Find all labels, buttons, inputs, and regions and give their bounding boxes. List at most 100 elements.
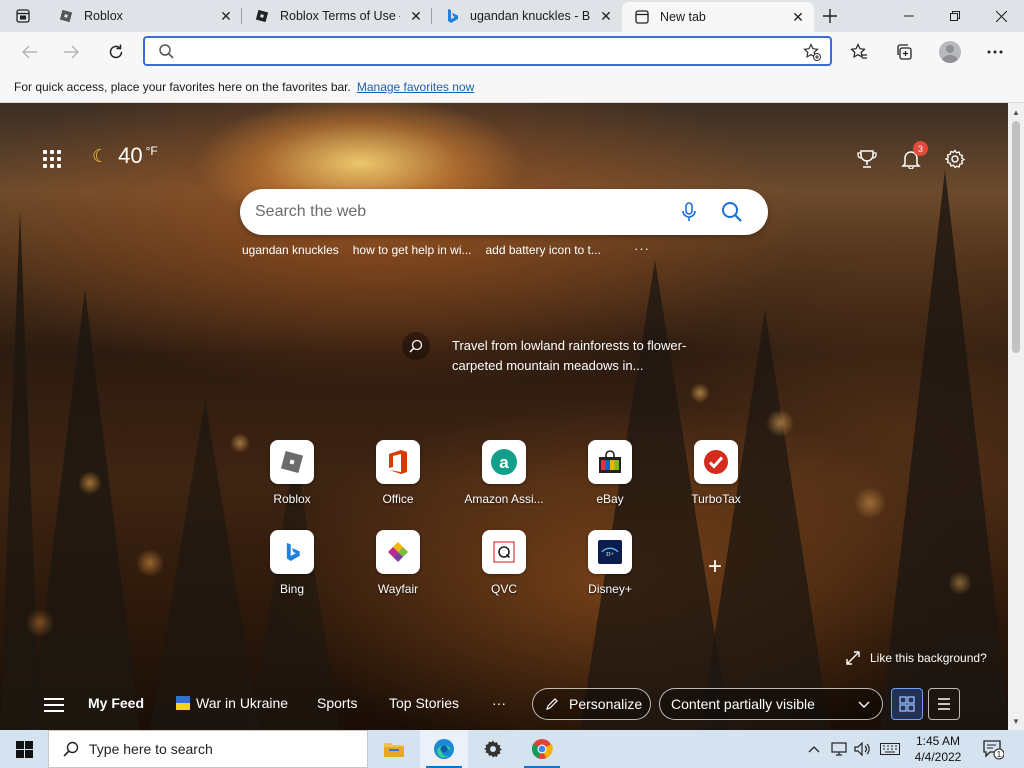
web-search-input[interactable] [255, 202, 655, 222]
settings-and-more-button[interactable] [979, 36, 1011, 68]
taskbar-search-box[interactable]: Type here to search [48, 730, 368, 768]
content-visibility-dropdown[interactable]: Content partially visible [659, 688, 883, 720]
quick-link-bing[interactable]: Bing [247, 530, 337, 596]
feed-more-button[interactable]: ··· [492, 695, 506, 711]
tab-bing-search[interactable]: ugandan knuckles - Bin ✕ [432, 0, 622, 32]
content-visibility-label: Content partially visible [671, 696, 815, 712]
search-icon [159, 44, 174, 64]
roblox-icon [270, 440, 314, 484]
quick-link-office[interactable]: Office [353, 440, 443, 506]
page-scrollbar[interactable]: ▲ ▼ [1008, 103, 1024, 730]
ukraine-flag-icon [176, 696, 190, 710]
address-bar[interactable] [143, 36, 832, 66]
voice-search-button[interactable] [678, 201, 700, 223]
page-settings-button[interactable] [943, 147, 967, 171]
avatar [939, 41, 961, 63]
tab-roblox-terms[interactable]: Roblox Terms of Use – R ✕ [242, 0, 432, 32]
quick-link-disney-plus[interactable]: D+ Disney+ [565, 530, 655, 596]
show-hidden-icons-button[interactable] [804, 730, 824, 768]
chrome-button[interactable] [518, 730, 566, 768]
more-searches-button[interactable]: ··· [634, 241, 650, 256]
forward-button[interactable] [55, 36, 87, 68]
action-center-button[interactable]: 1 [982, 738, 1005, 760]
restore-button[interactable] [932, 0, 978, 32]
quick-link-label: Bing [279, 582, 305, 596]
quick-link-label: Wayfair [377, 582, 419, 596]
gear-icon [484, 740, 502, 758]
quick-link-ebay[interactable]: eBay [565, 440, 655, 506]
new-tab-page: ☾ 40 °F 3 ugandan knuckles how to get he… [0, 103, 1008, 730]
tab-title: Roblox [84, 9, 123, 23]
settings-app-button[interactable] [469, 730, 517, 768]
scrollbar-thumb[interactable] [1012, 121, 1020, 353]
close-tab-icon[interactable]: ✕ [790, 9, 806, 25]
weather-temperature: 40 [118, 143, 143, 168]
edge-button[interactable] [420, 730, 468, 768]
list-layout-button[interactable] [928, 688, 960, 720]
background-details-button[interactable] [402, 332, 430, 360]
scroll-down-arrow-icon[interactable]: ▼ [1008, 714, 1024, 728]
taskbar-clock[interactable]: 1:45 AM 4/4/2022 [906, 733, 970, 765]
new-tab-button[interactable] [816, 4, 844, 28]
close-tab-icon[interactable]: ✕ [408, 8, 424, 24]
favorites-bar-message: For quick access, place your favorites h… [14, 80, 351, 94]
quick-link-roblox[interactable]: Roblox [247, 440, 337, 506]
tab-title: Roblox Terms of Use – R [280, 9, 400, 23]
profile-button[interactable] [934, 36, 966, 68]
recent-search-item[interactable]: how to get help in wi... [353, 243, 472, 257]
bing-favicon-icon [444, 8, 460, 24]
close-tab-icon[interactable]: ✕ [218, 8, 234, 24]
weather-widget[interactable]: ☾ 40 °F [92, 143, 158, 169]
ebay-icon [588, 440, 632, 484]
close-tab-icon[interactable]: ✕ [598, 8, 614, 24]
tab-new-tab[interactable]: New tab ✕ [622, 2, 814, 32]
volume-button[interactable] [852, 730, 874, 768]
recent-searches: ugandan knuckles how to get help in wi..… [242, 241, 649, 257]
scroll-up-arrow-icon[interactable]: ▲ [1008, 105, 1024, 119]
notification-center-icon: 1 [983, 740, 1005, 760]
back-button[interactable] [14, 36, 46, 68]
hamburger-menu-button[interactable] [44, 695, 64, 715]
quick-link-wayfair[interactable]: Wayfair [353, 530, 443, 596]
personalize-button[interactable]: Personalize [532, 688, 651, 720]
favorites-button[interactable] [843, 36, 875, 68]
quick-link-label: TurboTax [691, 492, 741, 506]
web-search-box[interactable] [240, 189, 768, 235]
feed-sports[interactable]: Sports [317, 695, 357, 711]
add-site-button[interactable]: + [704, 555, 726, 579]
tab-actions-button[interactable] [0, 0, 46, 32]
like-background-button[interactable]: Like this background? [846, 651, 987, 665]
rewards-button[interactable] [855, 147, 879, 171]
recent-search-item[interactable]: add battery icon to t... [485, 243, 600, 257]
manage-favorites-link[interactable]: Manage favorites now [357, 80, 474, 94]
feed-top-stories[interactable]: Top Stories [389, 695, 459, 711]
collections-icon [897, 44, 912, 60]
minimize-button[interactable] [886, 0, 932, 32]
feed-my-feed[interactable]: My Feed [88, 695, 144, 711]
notifications-button[interactable]: 3 [899, 141, 928, 171]
network-button[interactable] [828, 730, 850, 768]
background-description[interactable]: Travel from lowland rainforests to flowe… [452, 336, 722, 376]
arrow-left-icon [22, 45, 37, 59]
tab-roblox[interactable]: Roblox ✕ [46, 0, 242, 32]
close-window-button[interactable] [978, 0, 1024, 32]
add-favorite-button[interactable] [802, 42, 822, 62]
refresh-button[interactable] [100, 36, 132, 68]
address-input[interactable] [185, 41, 785, 61]
touch-keyboard-button[interactable] [878, 730, 902, 768]
notification-badge: 3 [913, 141, 928, 156]
grid-layout-button[interactable] [891, 688, 923, 720]
feed-war-in-ukraine[interactable]: War in Ukraine [176, 695, 288, 711]
file-explorer-button[interactable] [370, 730, 418, 768]
quick-link-amazon[interactable]: a Amazon Assi... [459, 440, 549, 506]
microphone-icon [682, 202, 696, 221]
start-button[interactable] [0, 730, 48, 768]
quick-link-qvc[interactable]: QVC [459, 530, 549, 596]
quick-link-turbotax[interactable]: TurboTax [671, 440, 761, 506]
favorites-bar: For quick access, place your favorites h… [0, 72, 1024, 103]
rewards-trophy-icon [857, 150, 877, 168]
recent-search-item[interactable]: ugandan knuckles [242, 243, 339, 257]
app-launcher-button[interactable] [40, 147, 64, 171]
collections-button[interactable] [888, 36, 920, 68]
search-submit-button[interactable] [720, 200, 744, 224]
